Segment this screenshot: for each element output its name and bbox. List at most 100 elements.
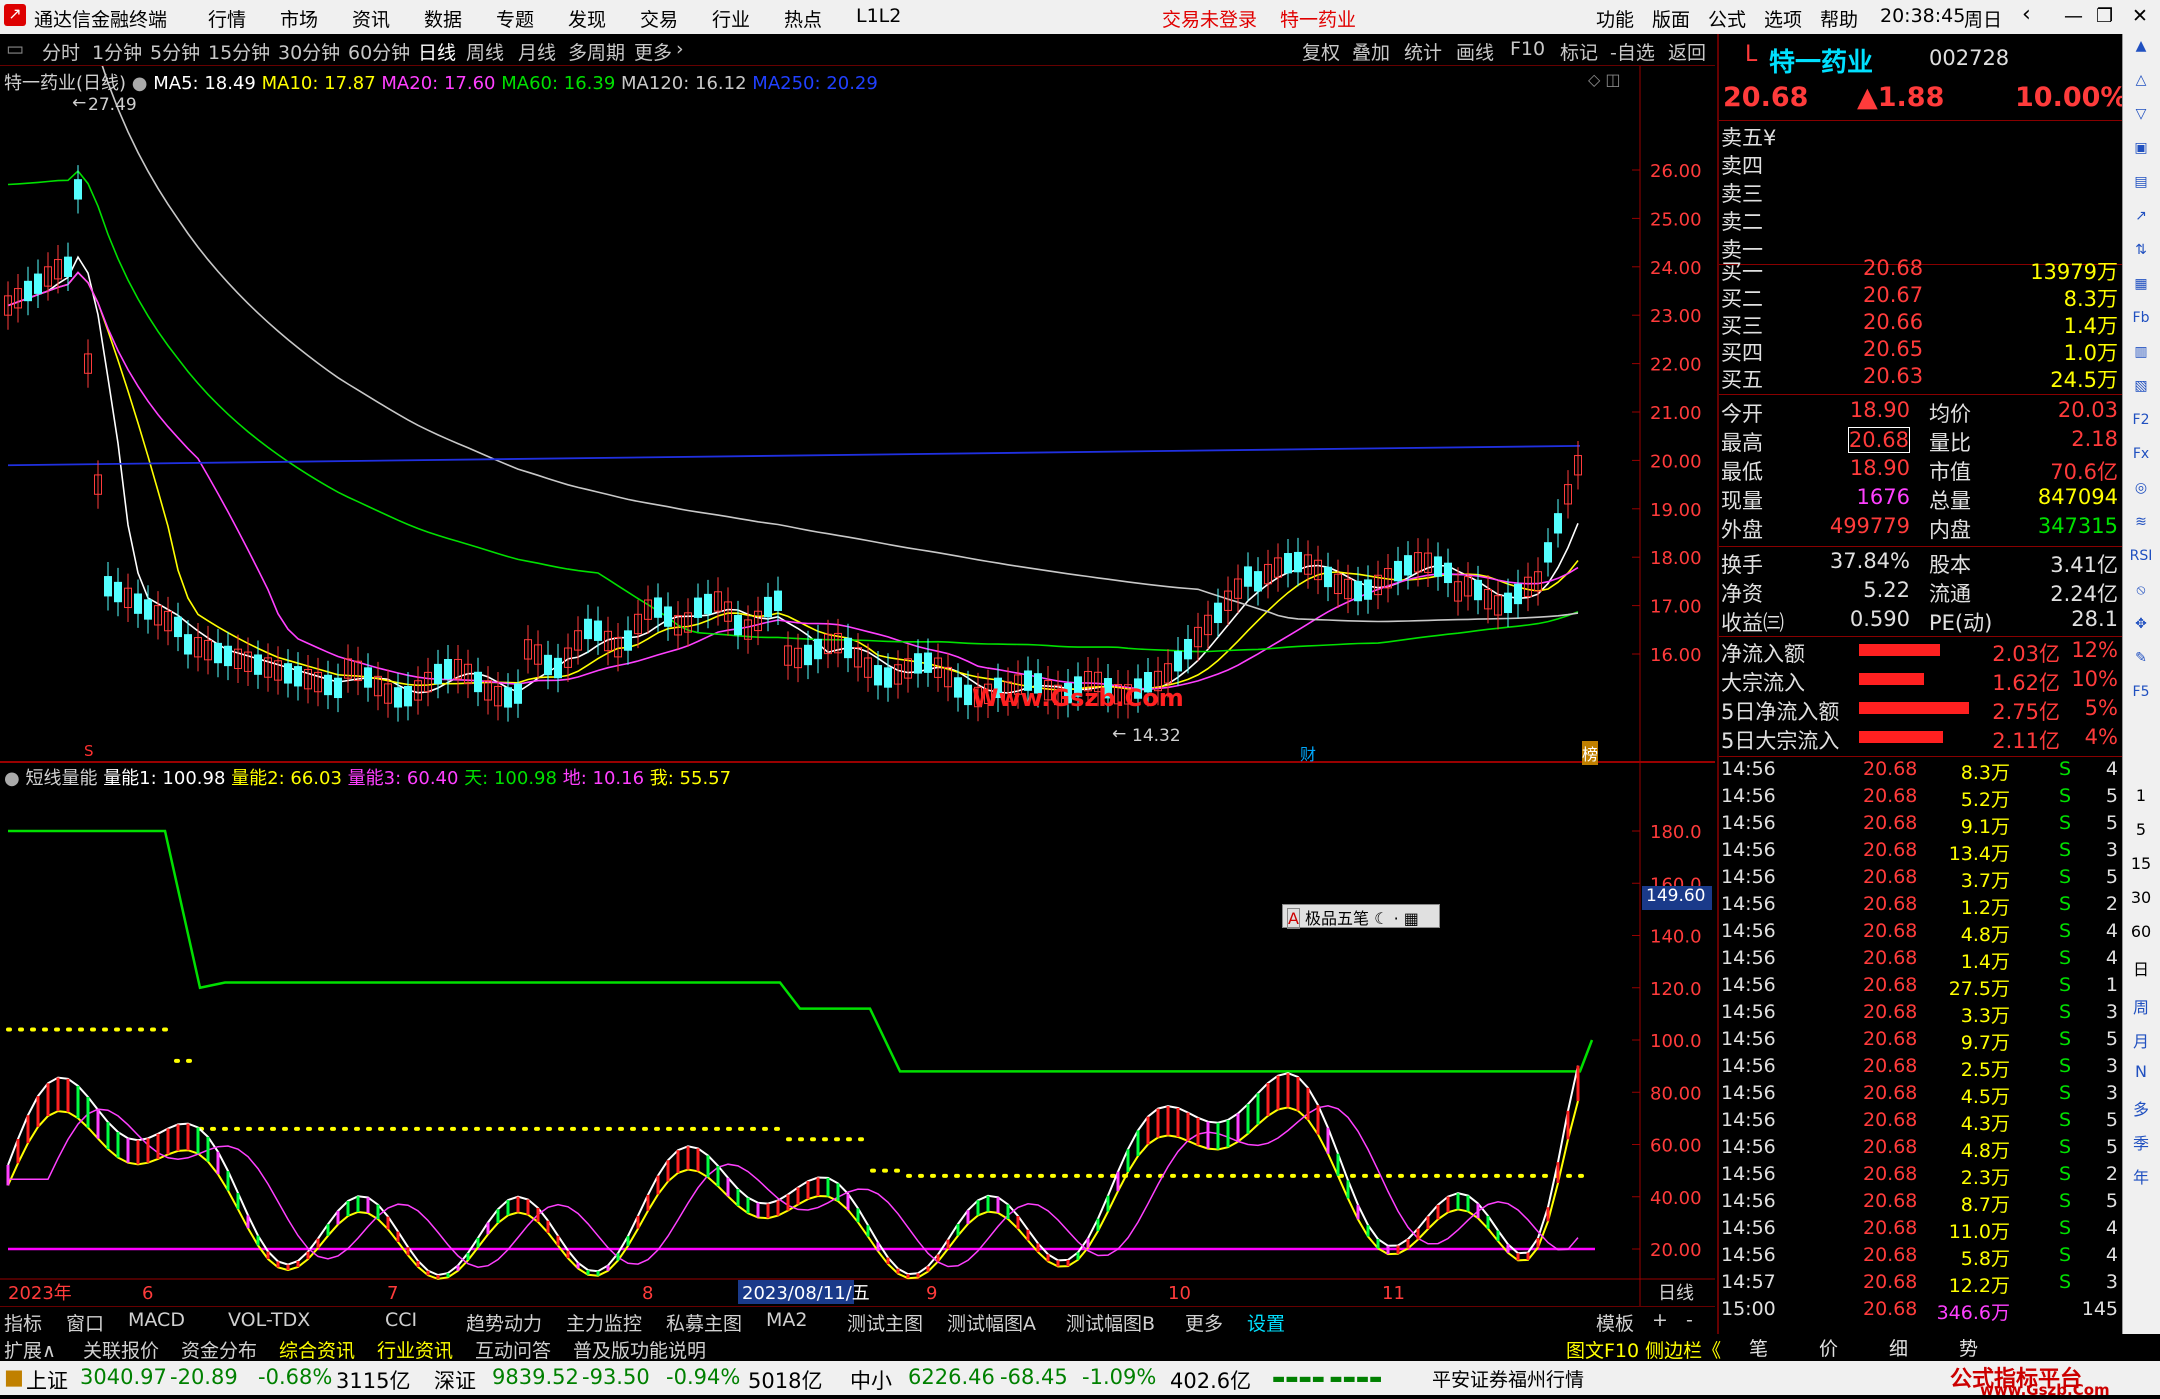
gear-icon[interactable]: ● <box>132 73 148 94</box>
menu-item-redian[interactable]: 热点 <box>784 5 822 32</box>
sidebar-period-1[interactable]: 5 <box>2127 820 2155 848</box>
period-weekly[interactable]: 周线 <box>466 38 504 65</box>
minimize-icon[interactable]: — <box>2064 5 2083 27</box>
tool-zixuan[interactable]: -自选 <box>1610 38 1655 65</box>
indicator-tab[interactable]: 测试主图 <box>847 1309 923 1336</box>
panel-tab[interactable]: 势 <box>1959 1334 1978 1361</box>
menu-item-l1l2[interactable]: L1L2 <box>856 5 901 27</box>
ime-moon-icon[interactable]: ☾ · ▦ <box>1374 909 1419 928</box>
indicator-tab[interactable]: 更多 <box>1185 1309 1223 1336</box>
sidebar-toggle-icon[interactable]: ▭ <box>6 38 24 60</box>
indicator-tab[interactable]: 指标 <box>4 1309 42 1336</box>
sidebar-tool-icon[interactable]: ↗ <box>2127 208 2155 236</box>
panel-tab[interactable]: 价 <box>1819 1334 1838 1361</box>
sidebar-cycle-3[interactable]: 多 <box>2127 1096 2155 1124</box>
period-15min[interactable]: 15分钟 <box>208 38 270 65</box>
tool-f10[interactable]: F10 <box>1510 38 1545 60</box>
sidebar-tool-icon[interactable]: ⦸ <box>2127 582 2155 610</box>
sidebar-tool-icon[interactable]: Fb <box>2127 310 2155 338</box>
indicator-tab[interactable]: 窗口 <box>66 1309 104 1336</box>
more-chevron-icon[interactable]: › <box>676 38 684 60</box>
indicator-tab[interactable]: VOL-TDX <box>228 1309 310 1331</box>
sidebar-tool-icon[interactable]: Fx <box>2127 446 2155 474</box>
sidebar-cycle-5[interactable]: 年 <box>2127 1164 2155 1192</box>
sidebar-period-2[interactable]: 15 <box>2127 854 2155 882</box>
sub-gear-icon[interactable]: ● <box>4 768 20 789</box>
index-name[interactable]: 中小 <box>850 1365 892 1395</box>
period-daily[interactable]: 日线 <box>418 38 456 65</box>
period-monthly[interactable]: 月线 <box>518 38 556 65</box>
back-icon[interactable]: ‹ <box>2022 2 2031 27</box>
sidebar-tool-icon[interactable]: ▤ <box>2127 174 2155 202</box>
tool-fanhui[interactable]: 返回 <box>1668 38 1706 65</box>
sidebar-tool-icon[interactable]: ◎ <box>2127 480 2155 508</box>
indicator-tab[interactable]: MACD <box>128 1309 185 1331</box>
sidebar-tool-icon[interactable]: ✥ <box>2127 616 2155 644</box>
menu-item-shuju[interactable]: 数据 <box>424 5 462 32</box>
indicator-tab[interactable]: 测试幅图B <box>1066 1309 1155 1336</box>
indicator-tab[interactable]: MA2 <box>766 1309 807 1331</box>
indicator-tab[interactable]: 趋势动力 <box>466 1309 542 1336</box>
menu-item-jiaoyi[interactable]: 交易 <box>640 5 678 32</box>
menu-item-hangye[interactable]: 行业 <box>712 5 750 32</box>
panel-tab[interactable]: 笔 <box>1749 1334 1768 1361</box>
kline-chart[interactable]: 26.00 25.00 24.00 23.00 22.00 21.00 20.00 19.00… <box>0 66 1715 1306</box>
sidebar-tool-icon[interactable]: △ <box>2127 72 2155 100</box>
menu-item-gongneng[interactable]: 功能 <box>1596 5 1634 32</box>
sidebar-cycle-2[interactable]: N <box>2127 1062 2155 1090</box>
template-button[interactable]: 模板 <box>1596 1309 1634 1336</box>
ime-popup[interactable]: A 极品五笔 ☾ · ▦ <box>1282 904 1440 929</box>
sidebar-tool-icon[interactable]: ▽ <box>2127 106 2155 134</box>
indicator-tab[interactable]: 私募主图 <box>666 1309 742 1336</box>
menu-item-xuanxiang[interactable]: 选项 <box>1764 5 1802 32</box>
menu-item-bangzhu[interactable]: 帮助 <box>1820 5 1858 32</box>
extension-tab[interactable]: 普及版功能说明 <box>573 1336 706 1363</box>
extension-tab[interactable]: 互动问答 <box>475 1336 551 1363</box>
tool-tongji[interactable]: 统计 <box>1404 38 1442 65</box>
sidebar-tool-icon[interactable]: RSI <box>2127 548 2155 576</box>
sidebar-period-0[interactable]: 1 <box>2127 786 2155 814</box>
panel-tab[interactable]: 细 <box>1889 1334 1908 1361</box>
restore-icon[interactable]: ❐ <box>2096 5 2113 27</box>
sidebar-period-3[interactable]: 30 <box>2127 888 2155 916</box>
extension-tab[interactable]: 关联报价 <box>83 1336 159 1363</box>
index-name[interactable]: 上证 <box>26 1365 68 1395</box>
sidebar-tool-icon[interactable]: F5 <box>2127 684 2155 712</box>
menu-item-banmian[interactable]: 版面 <box>1652 5 1690 32</box>
menu-item-faxian[interactable]: 发现 <box>568 5 606 32</box>
period-30min[interactable]: 30分钟 <box>278 38 340 65</box>
add-tab-button[interactable]: + <box>1652 1309 1668 1331</box>
tool-diejia[interactable]: 叠加 <box>1352 38 1390 65</box>
sidebar-tool-icon[interactable]: ▥ <box>2127 344 2155 372</box>
index-name[interactable]: 深证 <box>434 1365 476 1395</box>
login-status[interactable]: 交易未登录 <box>1162 5 1257 32</box>
remove-tab-button[interactable]: - <box>1686 1309 1693 1331</box>
sidebar-tool-icon[interactable]: ⇅ <box>2127 242 2155 270</box>
sidebar-period-4[interactable]: 60 <box>2127 922 2155 950</box>
extension-tab[interactable]: 综合资讯 <box>279 1336 355 1363</box>
extension-tab[interactable]: 资金分布 <box>181 1336 257 1363</box>
sidebar-tool-icon[interactable]: ▣ <box>2127 140 2155 168</box>
menu-item-shichang[interactable]: 市场 <box>280 5 318 32</box>
sidebar-tool-icon[interactable]: F2 <box>2127 412 2155 440</box>
extension-tab[interactable]: 扩展∧ <box>4 1336 56 1363</box>
period-multi[interactable]: 多周期 <box>568 38 625 65</box>
menu-item-zhuanti[interactable]: 专题 <box>496 5 534 32</box>
indicator-tab[interactable]: 设置 <box>1247 1309 1285 1336</box>
period-more[interactable]: 更多 <box>634 38 672 65</box>
extension-tab[interactable]: 行业资讯 <box>377 1336 453 1363</box>
sidebar-cycle-1[interactable]: 月 <box>2127 1028 2155 1056</box>
ime-a-icon[interactable]: A <box>1287 908 1300 929</box>
sidebar-tool-icon[interactable]: ≋ <box>2127 514 2155 542</box>
period-1min[interactable]: 1分钟 <box>92 38 142 65</box>
f10-sidebar-toggle[interactable]: 图文F10 侧边栏《 <box>1566 1336 1721 1363</box>
sub-indicator-name[interactable]: 短线量能 <box>25 768 97 789</box>
menu-item-gongshi[interactable]: 公式 <box>1708 5 1746 32</box>
period-5min[interactable]: 5分钟 <box>150 38 200 65</box>
tool-huaxian[interactable]: 画线 <box>1456 38 1494 65</box>
sidebar-tool-icon[interactable]: ▧ <box>2127 378 2155 406</box>
period-60min[interactable]: 60分钟 <box>348 38 410 65</box>
indicator-tab[interactable]: 测试幅图A <box>947 1309 1036 1336</box>
sidebar-period-5[interactable]: 日 <box>2127 956 2155 984</box>
sidebar-tool-icon[interactable]: ▦ <box>2127 276 2155 304</box>
